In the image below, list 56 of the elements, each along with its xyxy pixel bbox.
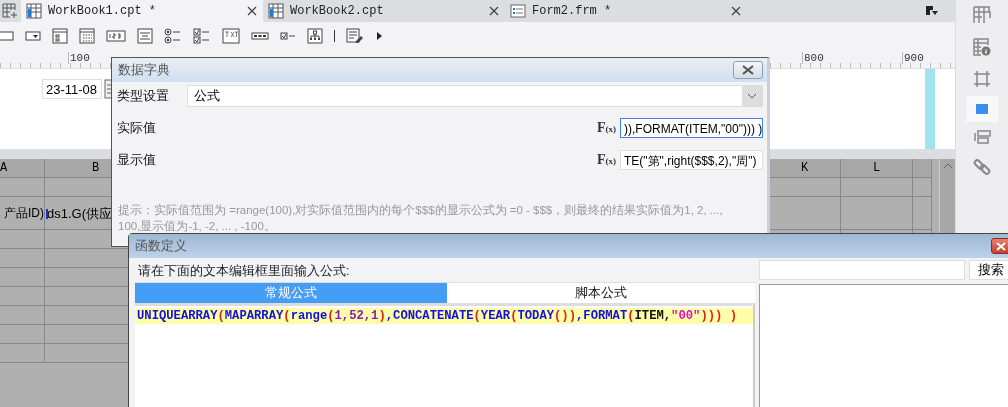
close-icon[interactable] bbox=[247, 6, 257, 16]
table-cell bbox=[913, 197, 932, 230]
field-label: 实际值 bbox=[117, 119, 157, 137]
link-icon[interactable] bbox=[973, 158, 991, 176]
tree-icon[interactable] bbox=[307, 28, 323, 44]
text-area-icon[interactable] bbox=[137, 28, 153, 44]
text-field-icon[interactable] bbox=[0, 28, 14, 44]
calendar-icon[interactable] bbox=[79, 28, 95, 44]
workbook-icon bbox=[26, 3, 42, 19]
radio-group-icon[interactable] bbox=[164, 28, 182, 44]
date-field[interactable]: 23-11-08 bbox=[42, 79, 102, 99]
table-cell bbox=[913, 178, 932, 197]
close-button[interactable] bbox=[733, 61, 763, 79]
number-field-icon[interactable] bbox=[106, 28, 126, 44]
column-header[interactable]: L bbox=[841, 159, 913, 178]
checkbox-group-icon[interactable] bbox=[193, 28, 211, 44]
column-header[interactable]: A bbox=[0, 159, 45, 178]
ruler-label: 100 bbox=[68, 52, 90, 64]
more-arrow-icon[interactable] bbox=[377, 32, 383, 40]
input-field[interactable]: TE("第",right($$$,2),"周") bbox=[620, 150, 763, 170]
search-field[interactable] bbox=[759, 260, 965, 280]
window-title: 函数定义 bbox=[135, 237, 187, 255]
close-icon bbox=[996, 241, 1006, 251]
dropdown-widget-button[interactable] bbox=[966, 96, 998, 122]
widget-align-icon[interactable] bbox=[973, 130, 991, 144]
window-title: 数据字典 bbox=[118, 61, 170, 79]
ruler-label: 900 bbox=[902, 52, 924, 64]
ruler-label: 800 bbox=[802, 52, 824, 64]
search-button[interactable]: 搜索 bbox=[969, 260, 1008, 280]
grid-layout-icon[interactable] bbox=[973, 6, 991, 24]
type-select[interactable]: 公式 bbox=[187, 85, 763, 107]
column-header[interactable]: K bbox=[769, 159, 841, 178]
scroll-up-icon[interactable] bbox=[942, 162, 953, 170]
sheet-info-icon[interactable] bbox=[973, 38, 991, 56]
workbook-icon bbox=[268, 3, 284, 19]
table-cell: 产品ID) bbox=[0, 197, 45, 230]
label-icon[interactable] bbox=[222, 28, 240, 44]
input-field[interactable]: )),FORMAT(ITEM,"00"))) ) bbox=[620, 118, 763, 138]
form-edit-icon[interactable] bbox=[346, 28, 366, 44]
document-tab[interactable]: WorkBook1.cpt * bbox=[21, 0, 263, 22]
tab-menu-icon[interactable] bbox=[925, 5, 939, 17]
list-icon[interactable] bbox=[52, 28, 68, 44]
dropdown-icon[interactable] bbox=[25, 28, 41, 44]
close-icon[interactable] bbox=[731, 6, 741, 16]
close-icon bbox=[741, 65, 755, 75]
crop-frame-icon[interactable] bbox=[973, 70, 991, 88]
form-icon bbox=[510, 3, 526, 19]
new-sheet-icon[interactable] bbox=[2, 3, 18, 19]
instruction-text: 请在下面的文本编辑框里面输入公式: bbox=[137, 263, 351, 280]
formula-editor[interactable]: UNIQUEARRAY(MAPARRAY(range(1,52,1),CONCATENATE(YEAR(TODAY()),FORMAT(ITEM,"00"))) ) bbox=[135, 303, 755, 407]
table-cell bbox=[841, 197, 913, 230]
close-icon[interactable] bbox=[489, 6, 499, 16]
table-cell bbox=[841, 178, 913, 197]
field-label: 类型设置 bbox=[117, 87, 170, 105]
editor-tab[interactable]: 脚本公式 bbox=[447, 283, 755, 303]
chevron-down-icon bbox=[747, 93, 757, 99]
